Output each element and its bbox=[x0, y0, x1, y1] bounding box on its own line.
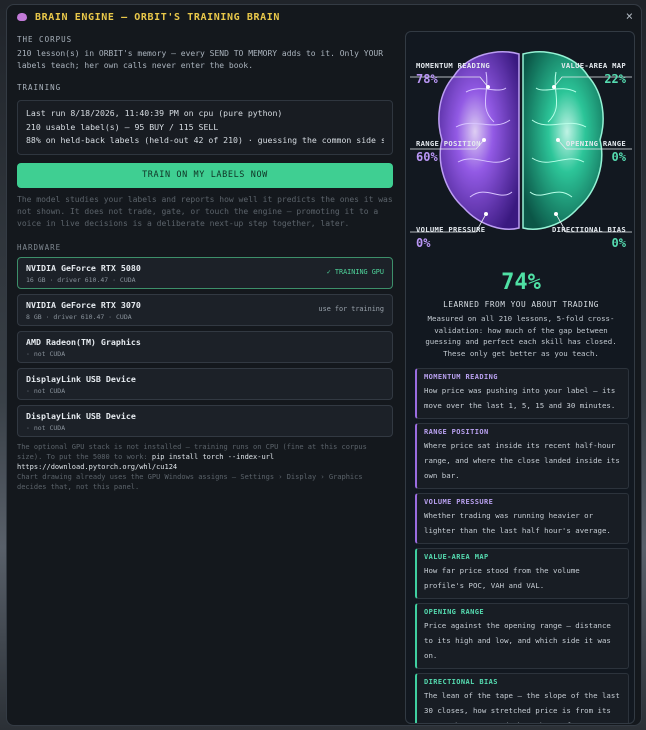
brain-engine-dialog: BRAIN ENGINE — ORBIT'S TRAINING BRAIN × … bbox=[6, 4, 642, 726]
device-details: · not CUDA bbox=[26, 349, 66, 358]
pip-command: pip install torch --index-url bbox=[151, 452, 275, 461]
skill-label-value-area: VALUE-AREA MAP bbox=[561, 61, 626, 70]
skill-label-directional-bias: DIRECTIONAL BIAS bbox=[551, 225, 626, 234]
device-card[interactable]: NVIDIA GeForce RTX 3070 8 GB · driver 61… bbox=[17, 293, 393, 326]
training-last-run: Last run 8/18/2026, 11:40:39 PM on cpu (… bbox=[26, 108, 283, 118]
skill-pct-value-area: 22% bbox=[604, 72, 626, 86]
skill-card-title: DIRECTIONAL BIAS bbox=[424, 678, 498, 686]
skill-label-range-position: RANGE POSITION bbox=[416, 139, 481, 148]
brain-illustration: MOMENTUM READING 78% VALUE-AREA MAP 22% … bbox=[406, 32, 634, 262]
overall-score: 74% bbox=[501, 270, 541, 295]
corpus-heading: THE CORPUS bbox=[17, 35, 73, 44]
skill-pct-opening-range: 0% bbox=[611, 150, 626, 164]
brain-icon bbox=[17, 13, 27, 21]
device-details: 8 GB · driver 610.47 · CUDA bbox=[26, 312, 132, 321]
training-heading: TRAINING bbox=[17, 83, 62, 92]
training-status-box: Last run 8/18/2026, 11:40:39 PM on cpu (… bbox=[17, 100, 393, 155]
score-description: Measured on all 210 lessons, 5-fold cros… bbox=[425, 314, 617, 358]
device-details: · not CUDA bbox=[26, 423, 66, 432]
device-name: DisplayLink USB Device bbox=[26, 410, 136, 421]
device-card[interactable]: DisplayLink USB Device · not CUDA bbox=[17, 367, 393, 400]
train-now-button[interactable]: TRAIN ON MY LABELS NOW bbox=[17, 162, 393, 188]
hardware-list: NVIDIA GeForce RTX 5080 16 GB · driver 6… bbox=[17, 256, 393, 437]
title-bar: BRAIN ENGINE — ORBIT'S TRAINING BRAIN × bbox=[7, 5, 641, 29]
training-note: The model studies your labels and report… bbox=[17, 194, 393, 228]
device-card[interactable]: DisplayLink USB Device · not CUDA bbox=[17, 404, 393, 437]
skill-card-range-position: RANGE POSITION Where price sat inside it… bbox=[415, 423, 629, 489]
skill-card-opening-range: OPENING RANGE Price against the opening … bbox=[415, 603, 629, 669]
skill-card-title: MOMENTUM READING bbox=[424, 373, 498, 381]
graphics-settings-note: Chart drawing already uses the GPU Windo… bbox=[17, 472, 363, 491]
skill-card-momentum: MOMENTUM READING How price was pushing i… bbox=[415, 368, 629, 419]
training-accuracy: 88% on held-back labels (held-out 42 of … bbox=[26, 135, 384, 145]
skill-label-opening-range: OPENING RANGE bbox=[565, 139, 626, 148]
hardware-heading: HARDWARE bbox=[17, 242, 62, 252]
use-for-training-button[interactable]: use for training bbox=[319, 305, 384, 313]
skill-pct-directional-bias: 0% bbox=[611, 236, 626, 250]
skill-pct-range-position: 60% bbox=[416, 150, 438, 164]
skill-card-directional-bias: DIRECTIONAL BIAS The lean of the tape — … bbox=[415, 673, 629, 723]
device-details: · not CUDA bbox=[26, 386, 66, 395]
skill-card-desc: Where price sat inside its recent half-h… bbox=[424, 441, 620, 480]
skill-card-list: MOMENTUM READING How price was pushing i… bbox=[415, 368, 629, 723]
skill-pct-volume-pressure: 0% bbox=[416, 236, 431, 250]
device-card[interactable]: AMD Radeon(TM) Graphics · not CUDA bbox=[17, 330, 393, 363]
device-name: DisplayLink USB Device bbox=[26, 373, 136, 384]
device-card[interactable]: NVIDIA GeForce RTX 5080 16 GB · driver 6… bbox=[17, 256, 393, 289]
device-name: AMD Radeon(TM) Graphics bbox=[26, 336, 141, 347]
corpus-text: 210 lesson(s) in ORBIT's memory — every … bbox=[17, 49, 384, 70]
skill-card-desc: How price was pushing into your label — … bbox=[424, 386, 616, 410]
skill-card-volume-pressure: VOLUME PRESSURE Whether trading was runn… bbox=[415, 493, 629, 544]
gpu-install-note: The optional GPU stack is not installed … bbox=[17, 442, 393, 492]
skill-pct-momentum: 78% bbox=[416, 72, 438, 86]
brain-panel: MOMENTUM READING 78% VALUE-AREA MAP 22% … bbox=[405, 31, 635, 724]
skill-card-title: VALUE-AREA MAP bbox=[424, 553, 489, 561]
skill-label-momentum: MOMENTUM READING bbox=[416, 61, 491, 70]
dialog-title: BRAIN ENGINE — ORBIT'S TRAINING BRAIN bbox=[35, 11, 280, 23]
skill-card-desc: Whether trading was running heavier or l… bbox=[424, 511, 611, 535]
training-label-count: 210 usable label(s) — 95 BUY / 115 SELL bbox=[26, 121, 219, 132]
skill-card-value-area: VALUE-AREA MAP How far price stood from … bbox=[415, 548, 629, 599]
skill-card-title: OPENING RANGE bbox=[424, 608, 484, 616]
score-caption: LEARNED FROM YOU ABOUT TRADING bbox=[443, 300, 599, 309]
skill-card-title: VOLUME PRESSURE bbox=[424, 498, 494, 506]
torch-index-url[interactable]: https://download.pytorch.org/whl/cu124 bbox=[17, 462, 393, 472]
close-icon[interactable]: × bbox=[626, 9, 633, 23]
skill-card-desc: How far price stood from the volume prof… bbox=[424, 566, 580, 590]
device-details: 16 GB · driver 610.47 · CUDA bbox=[26, 275, 136, 284]
skill-card-desc: Price against the opening range — distan… bbox=[424, 621, 611, 660]
skill-card-desc: The lean of the tape — the slope of the … bbox=[424, 691, 620, 723]
skill-label-volume-pressure: VOLUME PRESSURE bbox=[416, 225, 486, 234]
left-panel: THE CORPUS 210 lesson(s) in ORBIT's memo… bbox=[17, 35, 393, 492]
training-gpu-badge: ✓ TRAINING GPU bbox=[326, 267, 384, 276]
skill-card-title: RANGE POSITION bbox=[424, 428, 489, 436]
